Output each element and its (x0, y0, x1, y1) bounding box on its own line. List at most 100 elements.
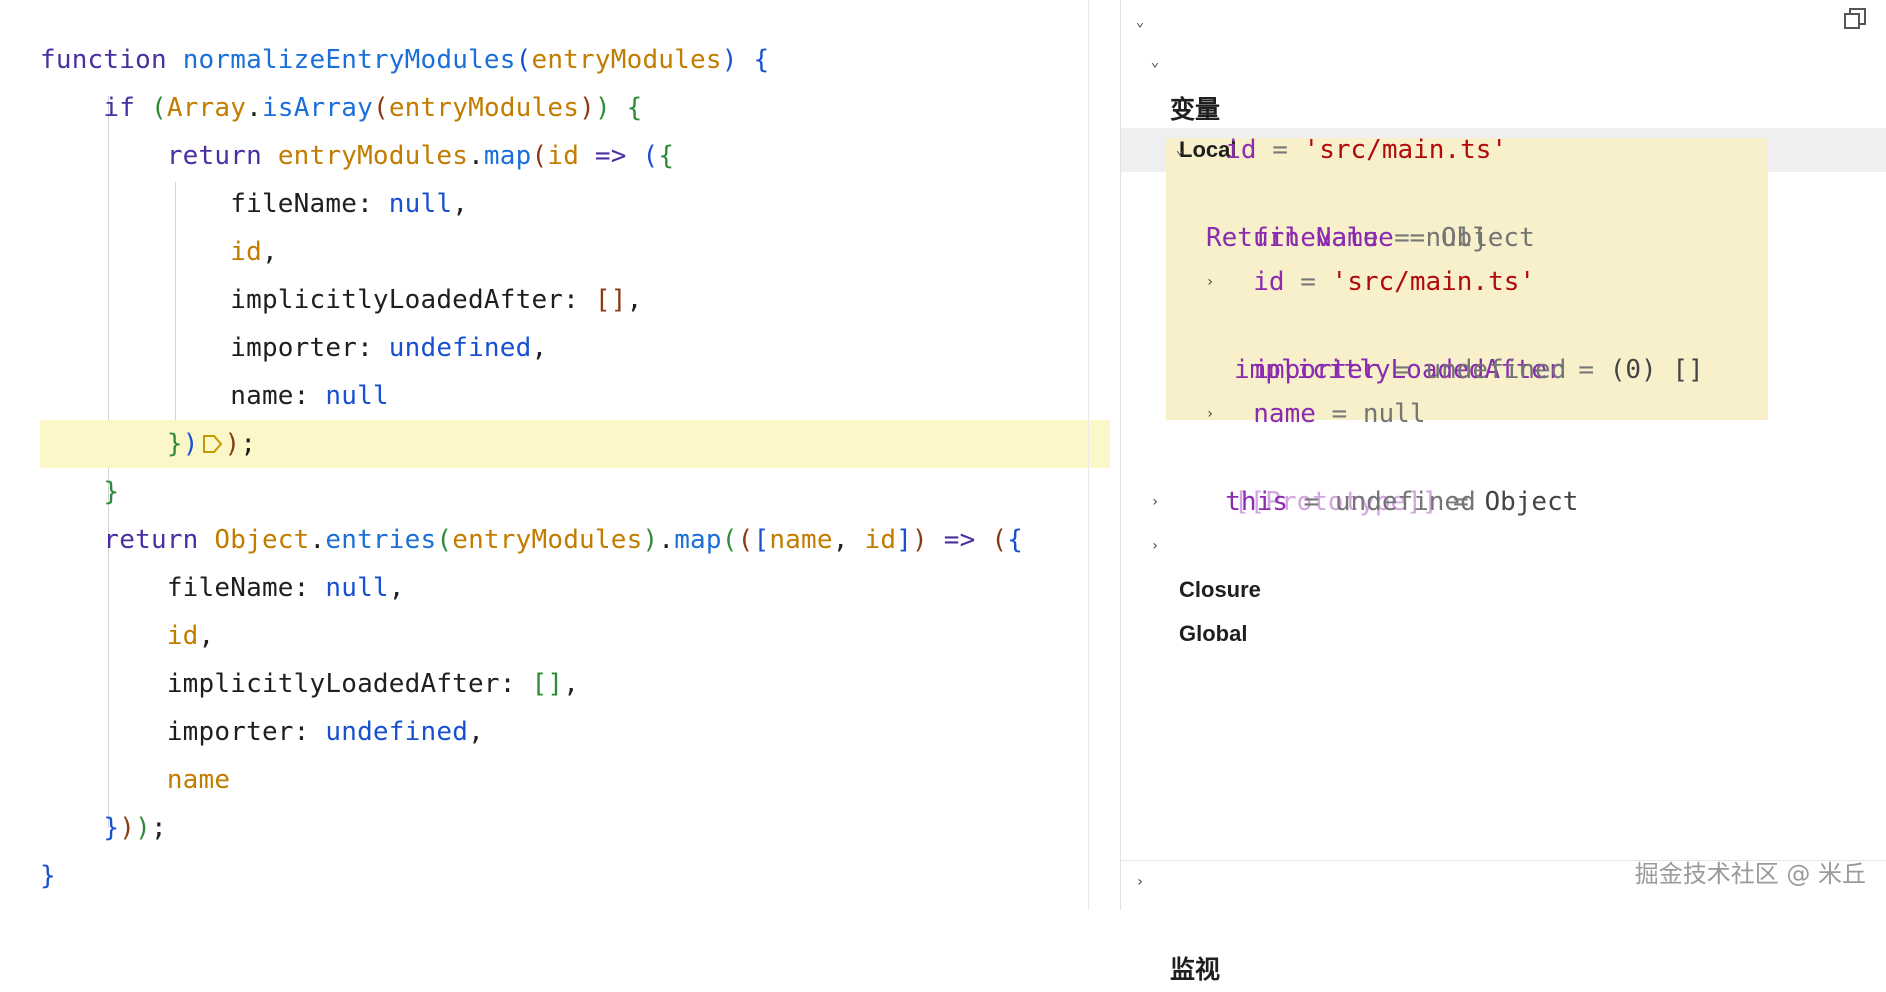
code-token: fileName (40, 189, 358, 219)
chevron-right-icon: › (1135, 874, 1145, 890)
code-line[interactable]: function normalizeEntryModules(entryModu… (40, 36, 769, 84)
code-token: => (579, 141, 643, 171)
code-token: } (40, 477, 120, 507)
variable-name: id (1225, 135, 1257, 165)
code-token: . (468, 141, 484, 171)
code-line[interactable]: importer: undefined, (40, 708, 484, 756)
code-token: importer (40, 717, 294, 747)
code-token: , (626, 285, 643, 315)
code-token: ) (135, 813, 151, 843)
code-token: entryModules (388, 93, 580, 123)
code-token: , (452, 189, 469, 219)
watch-section-title: 监视 (1170, 956, 1221, 984)
code-line[interactable]: id, (40, 612, 214, 660)
variable-value: undefined (1425, 355, 1567, 385)
code-token: , (531, 333, 548, 363)
code-line[interactable]: } (40, 852, 56, 900)
code-token: implicitlyLoadedAfter (40, 285, 564, 315)
code-token: , (261, 237, 278, 267)
code-token: fileName (40, 573, 294, 603)
code-token: : (357, 189, 389, 219)
scope-closure[interactable]: › Closure (1145, 480, 1261, 602)
equals-sign: = (1300, 267, 1316, 297)
code-line[interactable]: implicitlyLoadedAfter: [], (40, 276, 642, 324)
code-token: . (246, 93, 262, 123)
code-line[interactable]: } (40, 468, 119, 516)
variable-row[interactable]: this = undefined (1206, 436, 1475, 517)
variable-value: (0) [] (1609, 355, 1704, 385)
code-token: : (293, 381, 326, 411)
code-token: null (325, 381, 389, 411)
variable-name: name (1253, 399, 1316, 429)
code-line[interactable]: fileName: null, (40, 564, 405, 612)
code-token: map (674, 525, 722, 555)
watermark: 掘金技术社区 @ 米丘 (1634, 860, 1866, 888)
code-token: : (357, 333, 389, 363)
code-token: } (40, 813, 120, 843)
watch-section-header[interactable]: › 监视 (1130, 860, 1220, 984)
code-token: undefined (325, 717, 469, 747)
chevron-right-icon: › (1205, 406, 1215, 422)
restore-window-icon[interactable] (1842, 6, 1868, 32)
scope-global-label: Global (1179, 621, 1248, 646)
code-line[interactable]: return Object.entries(entryModules).map(… (40, 516, 1023, 564)
code-line[interactable]: name (40, 756, 230, 804)
variable-row[interactable]: › implicitlyLoadedAfter = (0) [] (1200, 260, 1704, 385)
code-token: name (40, 381, 294, 411)
code-token: } (40, 861, 56, 891)
variable-row[interactable]: fileName = null (1234, 172, 1488, 253)
variable-value: 'src/main.ts' (1331, 267, 1536, 297)
code-token: ( (150, 93, 167, 123)
scope-local[interactable]: ⌄ Local (1145, 40, 1237, 162)
code-token: ( (436, 525, 453, 555)
code-token: { (626, 93, 643, 123)
equals-sign: = (1331, 399, 1348, 429)
code-token: ) (224, 429, 241, 459)
variable-value: undefined (1334, 487, 1476, 517)
code-token: : (293, 573, 326, 603)
code-token: ] (896, 525, 913, 555)
code-line[interactable]: if (Array.isArray(entryModules)) { (40, 84, 643, 132)
code-token: id (40, 237, 262, 267)
code-token: function (40, 45, 183, 75)
code-token: . (309, 525, 326, 555)
code-line[interactable]: id, (40, 228, 278, 276)
code-token: id (40, 621, 199, 651)
variables-section-header[interactable]: ⌄ 变量 (1130, 0, 1220, 124)
code-line[interactable]: })); (40, 804, 167, 852)
code-line[interactable]: importer: undefined, (40, 324, 547, 372)
chevron-down-icon: ⌄ (1135, 14, 1145, 30)
code-token: normalizeEntryModules (182, 45, 516, 75)
code-token: ( (642, 141, 659, 171)
code-line[interactable]: implicitlyLoadedAfter: [], (40, 660, 579, 708)
variable-row[interactable]: id = 'src/main.ts' (1234, 216, 1535, 297)
code-token: return (40, 525, 215, 555)
code-line[interactable]: return entryModules.map(id => ({ (40, 132, 674, 180)
breakpoint-arrow-icon[interactable] (201, 433, 223, 455)
chevron-right-icon: › (1205, 274, 1215, 290)
code-line[interactable]: fileName: null, (40, 180, 468, 228)
variable-row[interactable]: importer = undefined (1234, 304, 1566, 385)
chevron-right-icon: › (1150, 494, 1160, 510)
code-line[interactable]: })); (40, 420, 256, 468)
scope-global[interactable]: › Global (1145, 524, 1248, 646)
code-token: } (40, 429, 183, 459)
code-token: : (293, 717, 326, 747)
code-token: entryModules (277, 141, 469, 171)
code-token: Object (214, 525, 310, 555)
code-token: : (499, 669, 532, 699)
variable-row[interactable]: name = null (1234, 348, 1425, 429)
code-token: ) (721, 45, 754, 75)
variable-value: 'src/main.ts' (1303, 135, 1508, 165)
variable-row[interactable]: id = 'src/main.ts' (1206, 84, 1507, 165)
code-editor[interactable]: function normalizeEntryModules ( entryModu… (0, 0, 1110, 910)
code-token: ( (531, 141, 548, 171)
variable-row-prototype[interactable]: › [[Prototype]] = Object (1200, 392, 1579, 517)
code-token: ( (721, 525, 738, 555)
chevron-down-icon: ⌄ (1150, 54, 1160, 70)
code-line[interactable]: name: null (40, 372, 389, 420)
code-token: ( (737, 525, 754, 555)
variable-row-return-value[interactable]: ⌄ Return value = Object (1170, 128, 1535, 253)
variable-value: null (1362, 399, 1426, 429)
code-token: [ (753, 525, 770, 555)
